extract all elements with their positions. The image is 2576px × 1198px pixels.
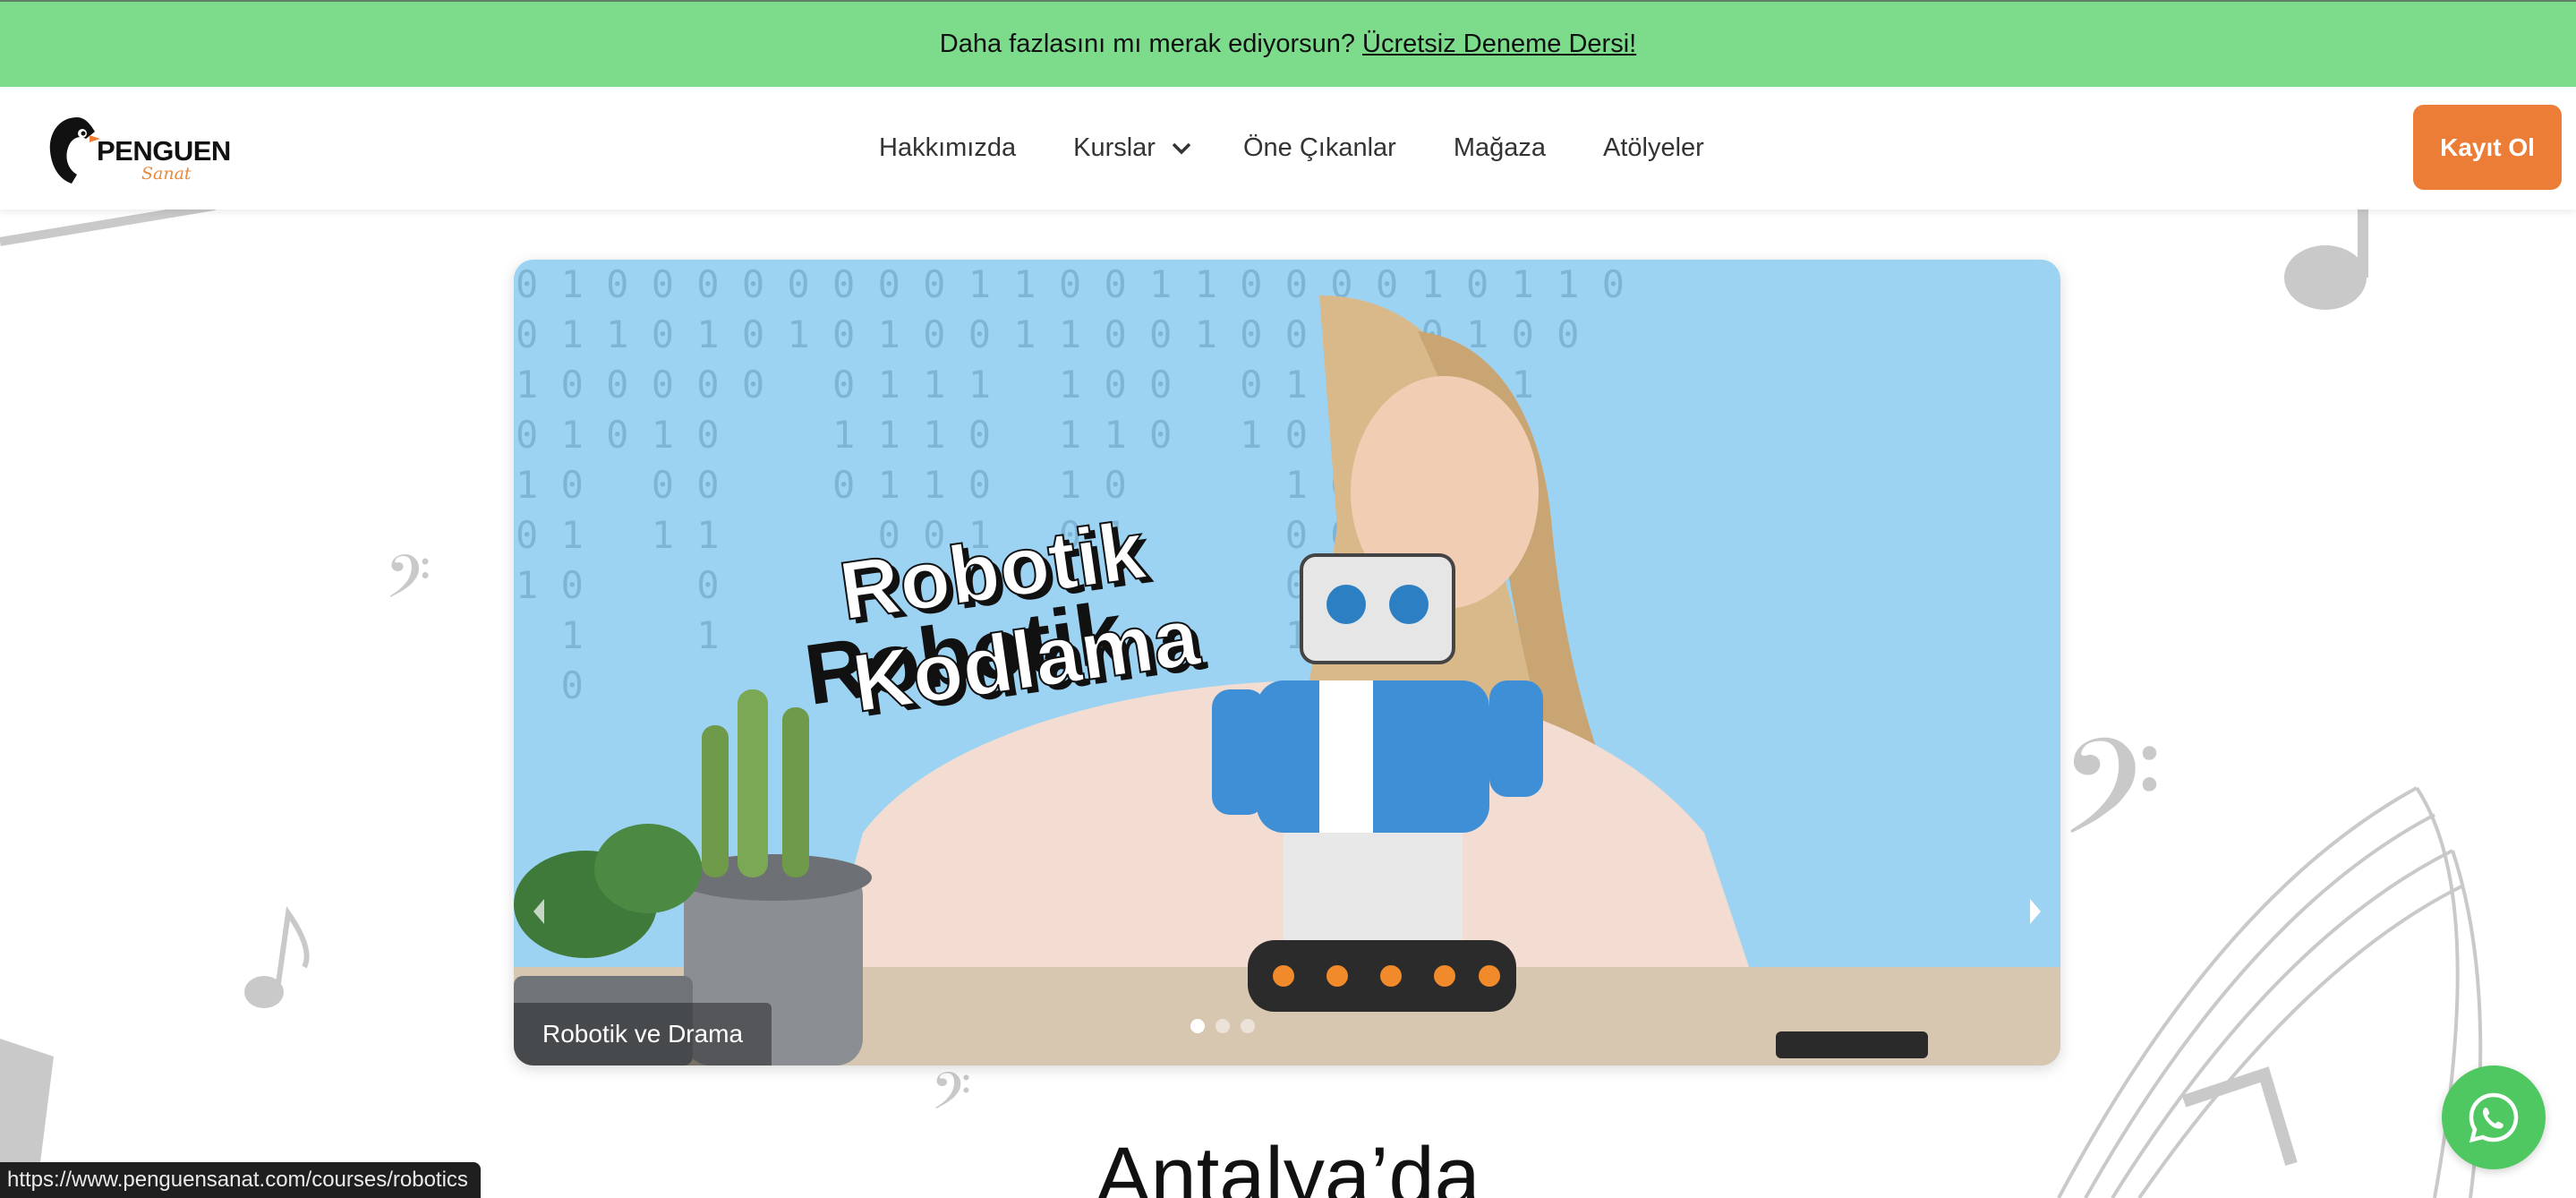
nav-item-label: Kurslar: [1073, 133, 1156, 162]
whatsapp-button[interactable]: [2442, 1065, 2546, 1169]
slide-caption: Robotik ve Drama: [514, 1003, 772, 1065]
nav-one-cikanlar[interactable]: Öne Çıkanlar: [1243, 133, 1396, 163]
main-nav: Hakkımızda Kurslar Öne Çıkanlar Mağaza A…: [879, 87, 1761, 210]
nav-kurslar[interactable]: Kurslar: [1073, 133, 1191, 163]
nav-item-label: Öne Çıkanlar: [1242, 133, 1396, 162]
carousel-dot[interactable]: [1215, 1019, 1230, 1033]
nav-item-label: Atölyeler: [1603, 133, 1704, 162]
nav-hakkimizda[interactable]: Hakkımızda: [879, 133, 1016, 163]
chevron-right-icon[interactable]: [2025, 895, 2046, 928]
chevron-left-icon[interactable]: [528, 895, 550, 928]
promo-bar: Daha fazlasını mı merak ediyorsun? Ücret…: [0, 0, 2576, 87]
svg-text:𝄢: 𝄢: [931, 1061, 971, 1134]
promo-text: Daha fazlasını mı merak ediyorsun?: [939, 30, 1356, 58]
page: 𝄢 𝄢 𝄢 Daha fazlasını mı merak ediyorsun?…: [0, 0, 2576, 1198]
logo-wordmark: PENGUEN: [97, 135, 231, 167]
hero-image: Robotik: [514, 295, 2060, 1065]
whatsapp-icon: [2469, 1092, 2519, 1143]
logo-subtitle: Sanat: [141, 164, 192, 184]
svg-text:𝄢: 𝄢: [2059, 711, 2162, 898]
hero-carousel[interactable]: 0 1 0 0 0 0 0 0 0 0 1 1 0 0 1 1 0 0 0 0 …: [514, 260, 2060, 1065]
site-header: PENGUEN Sanat Hakkımızda Kurslar Öne Çık…: [0, 87, 2576, 210]
carousel-dot[interactable]: [1241, 1019, 1255, 1033]
status-bar-url: https://www.penguensanat.com/courses/rob…: [0, 1162, 481, 1198]
signup-button[interactable]: Kayıt Ol: [2413, 105, 2562, 190]
nav-atolyeler[interactable]: Atölyeler: [1603, 133, 1704, 163]
nav-magaza[interactable]: Mağaza: [1454, 133, 1546, 163]
chevron-down-icon: [1172, 142, 1191, 154]
nav-item-label: Hakkımızda: [879, 133, 1017, 162]
free-trial-link[interactable]: Ücretsiz Deneme Dersi!: [1362, 30, 1636, 59]
carousel-dot[interactable]: [1190, 1019, 1205, 1033]
svg-text:𝄢: 𝄢: [385, 543, 431, 626]
carousel-dots: [1190, 1019, 1255, 1033]
penguen-logo[interactable]: PENGUEN Sanat: [41, 110, 231, 187]
nav-item-label: Mağaza: [1453, 133, 1546, 162]
